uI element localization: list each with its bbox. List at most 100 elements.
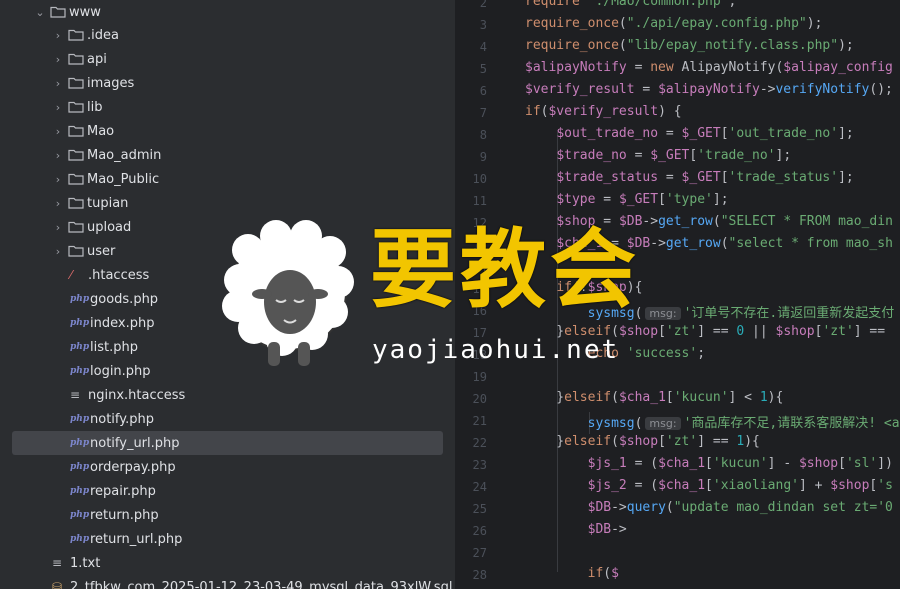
php-file-icon: php — [70, 294, 90, 304]
tree-label: Mao_Public — [87, 171, 160, 187]
chevron-right-icon[interactable]: › — [50, 245, 66, 258]
tree-folder[interactable]: › Mao — [0, 119, 455, 143]
chevron-right-icon[interactable]: › — [50, 77, 66, 90]
tree-label: Mao — [87, 123, 115, 139]
tree-folder[interactable]: › Mao_Public — [0, 167, 455, 191]
code-line-9: $trade_no = $_GET['trade_no']; — [556, 148, 792, 163]
line-number: 3 — [479, 18, 487, 32]
tree-file[interactable]: ⛁ 2_tfbkw_com_2025-01-12_23-03-49_mysql_d… — [0, 575, 455, 589]
folder-icon — [68, 197, 84, 209]
tree-label: tupian — [87, 195, 129, 211]
code-line-2: require './Mao/common.php'; — [525, 0, 737, 9]
php-file-icon: php — [70, 318, 90, 328]
code-line-7: if($verify_result) { — [525, 104, 682, 119]
folder-icon — [68, 101, 84, 113]
line-number: 5 — [479, 62, 487, 76]
tree-label: repair.php — [90, 483, 156, 499]
sheep-logo-icon — [222, 220, 354, 366]
code-line-25: $DB->query("update mao_dindan set zt='0 — [587, 500, 893, 515]
code-line-21: sysmsg(msg: '商品库存不足,请联系客服解决! <a — [587, 416, 900, 431]
tree-label: 2_tfbkw_com_2025-01-12_23-03-49_mysql_da… — [70, 579, 453, 589]
tree-file[interactable]: php notify_url.php — [0, 431, 455, 455]
tree-file[interactable]: ≡ 1.txt — [0, 551, 455, 575]
php-file-icon: php — [70, 510, 90, 520]
code-line-26: $DB-> — [587, 522, 627, 537]
line-number: 23 — [472, 458, 487, 472]
line-number: 4 — [479, 40, 487, 54]
line-number: 6 — [479, 84, 487, 98]
folder-icon — [68, 125, 84, 137]
htaccess-file-icon: ⁄ — [70, 268, 73, 282]
tree-label: upload — [87, 219, 132, 235]
chevron-right-icon[interactable]: › — [50, 173, 66, 186]
chevron-right-icon[interactable]: › — [50, 101, 66, 114]
php-file-icon: php — [70, 366, 90, 376]
code-line-8: $out_trade_no = $_GET['out_trade_no']; — [556, 126, 854, 141]
code-line-5: $alipayNotify = new AlipayNotify($alipay… — [525, 60, 893, 75]
line-number: 25 — [472, 502, 487, 516]
tree-file[interactable]: php return.php — [0, 503, 455, 527]
php-file-icon: php — [70, 438, 90, 448]
tree-label: login.php — [90, 363, 151, 379]
tree-label: notify_url.php — [90, 435, 180, 451]
tree-label: .htaccess — [88, 267, 150, 283]
code-line-6: $verify_result = $alipayNotify->verifyNo… — [525, 82, 893, 97]
folder-icon — [68, 77, 84, 89]
tree-label: orderpay.php — [90, 459, 176, 475]
tree-folder[interactable]: › lib — [0, 95, 455, 119]
folder-icon — [68, 245, 84, 257]
line-number: 27 — [472, 546, 487, 560]
tree-folder[interactable]: › images — [0, 71, 455, 95]
code-line-11: $type = $_GET['type']; — [556, 192, 729, 207]
tree-label: Mao_admin — [87, 147, 162, 163]
line-number: 8 — [479, 128, 487, 142]
tree-label: www — [69, 4, 101, 20]
tree-label: images — [87, 75, 135, 91]
tree-label: lib — [87, 99, 103, 115]
text-file-icon: ≡ — [52, 556, 63, 570]
line-number: 20 — [472, 392, 487, 406]
php-file-icon: php — [70, 486, 90, 496]
tree-folder[interactable]: › .idea — [0, 23, 455, 47]
line-number: 11 — [472, 194, 487, 208]
tree-file[interactable]: php repair.php — [0, 479, 455, 503]
tree-file[interactable]: php return_url.php — [0, 527, 455, 551]
line-number: 2 — [479, 0, 487, 10]
tree-folder-www[interactable]: ⌄ www — [0, 0, 455, 24]
chevron-right-icon[interactable]: › — [50, 197, 66, 210]
tree-label: .idea — [87, 27, 119, 43]
folder-icon — [50, 6, 66, 18]
tree-file[interactable]: php orderpay.php — [0, 455, 455, 479]
line-number: 7 — [479, 106, 487, 120]
chevron-right-icon[interactable]: › — [50, 125, 66, 138]
line-number: 26 — [472, 524, 487, 538]
tree-folder[interactable]: › Mao_admin — [0, 143, 455, 167]
folder-icon — [68, 149, 84, 161]
code-line-24: $js_2 = ($cha_1['xiaoliang'] + $shop['s — [587, 478, 893, 493]
code-line-3: require_once("./api/epay.config.php"); — [525, 16, 823, 31]
folder-icon — [68, 221, 84, 233]
chevron-right-icon[interactable]: › — [50, 221, 66, 234]
code-line-4: require_once("lib/epay_notify.class.php"… — [525, 38, 854, 53]
tree-label: notify.php — [90, 411, 154, 427]
tree-file[interactable]: php notify.php — [0, 407, 455, 431]
tree-label: nginx.htaccess — [88, 387, 186, 403]
watermark-en-text: yaojiaohui.net — [372, 335, 620, 365]
code-line-28: if($ — [587, 566, 619, 581]
text-file-icon: ≡ — [70, 388, 81, 402]
tree-folder[interactable]: › api — [0, 47, 455, 71]
line-number: 22 — [472, 436, 487, 450]
tree-label: user — [87, 243, 116, 259]
php-file-icon: php — [70, 414, 90, 424]
tree-file[interactable]: ≡ nginx.htaccess — [0, 383, 455, 407]
chevron-right-icon[interactable]: › — [50, 53, 66, 66]
param-hint: msg: — [645, 417, 681, 430]
code-line-20: }elseif($cha_1['kucun'] < 1){ — [525, 390, 784, 405]
line-number: 10 — [472, 172, 487, 186]
tree-folder[interactable]: › tupian — [0, 191, 455, 215]
folder-icon — [68, 53, 84, 65]
chevron-right-icon[interactable]: › — [50, 149, 66, 162]
folder-icon — [68, 173, 84, 185]
chevron-right-icon[interactable]: › — [50, 29, 66, 42]
chevron-down-icon[interactable]: ⌄ — [32, 6, 48, 19]
